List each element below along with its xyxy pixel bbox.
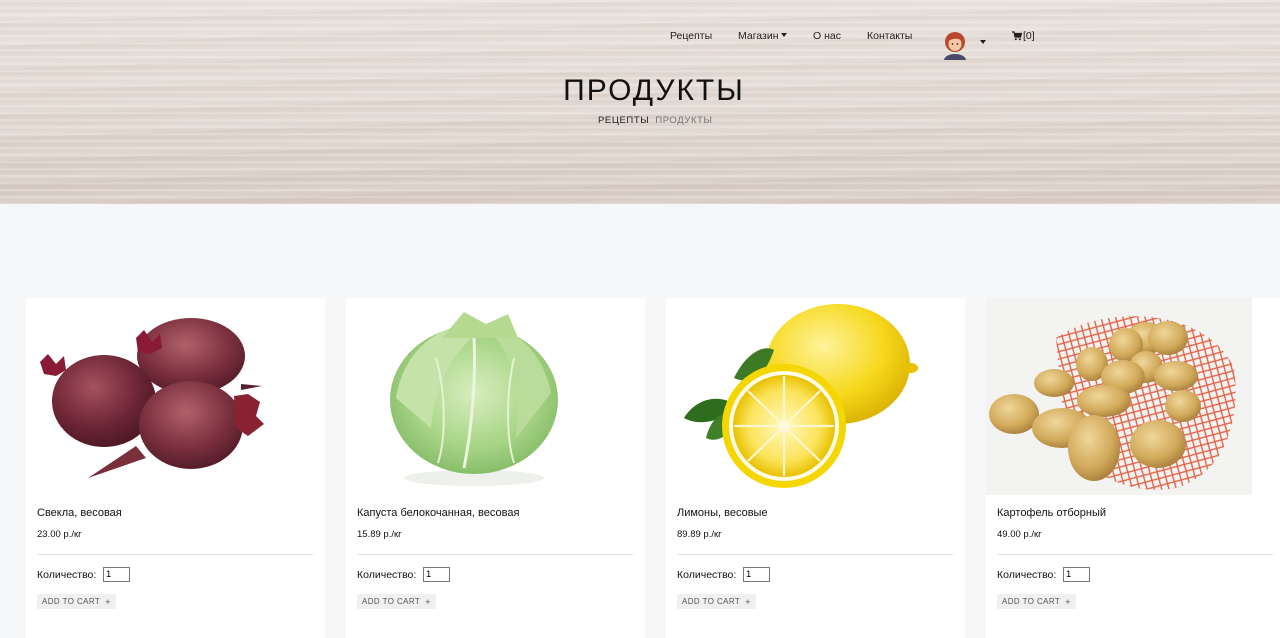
nav-item-shop[interactable]: Магазин [738,30,787,42]
lemon-image [684,304,918,488]
add-to-cart-label: ADD TO CART [682,597,741,606]
product-name[interactable]: Картофель отборный [997,507,1106,519]
cabbage-image [390,312,558,486]
product-card: Картофель отборный 49.00 р./кг Количеств… [986,298,1280,638]
product-name[interactable]: Капуста белокочанная, весовая [357,507,519,519]
divider [37,554,314,555]
product-card: Капуста белокочанная, весовая 15.89 р./к… [346,298,645,638]
cart-link[interactable]: [0] [1012,30,1035,42]
plus-icon: + [425,596,431,607]
add-to-cart-button[interactable]: ADD TO CART + [357,594,436,609]
divider [997,554,1274,555]
avatar-icon [944,32,966,60]
product-price: 15.89 р./кг [357,529,402,540]
page-title: ПРОДУКТЫ [563,74,745,107]
nav-item-about[interactable]: О нас [813,30,841,42]
chevron-down-icon [780,33,787,37]
product-image[interactable] [26,298,287,495]
product-info: Лимоны, весовые 89.89 р./кг Количество: … [666,495,965,638]
quantity-input[interactable] [423,567,450,582]
plus-icon: + [745,596,751,607]
add-to-cart-button[interactable]: ADD TO CART + [677,594,756,609]
divider [357,554,634,555]
beet-image [40,318,264,478]
breadcrumb: РЕЦЕПТЫ ПРОДУКТЫ [598,115,713,126]
product-info: Картофель отборный 49.00 р./кг Количеств… [986,495,1280,638]
add-to-cart-button[interactable]: ADD TO CART + [997,594,1076,609]
product-name[interactable]: Свекла, весовая [37,507,122,519]
add-to-cart-label: ADD TO CART [362,597,421,606]
potato-image [986,298,1252,495]
product-name[interactable]: Лимоны, весовые [677,507,768,519]
nav-item-recipes[interactable]: Рецепты [670,30,712,42]
breadcrumb-link-recipes[interactable]: РЕЦЕПТЫ [598,115,649,126]
add-to-cart-label: ADD TO CART [42,597,101,606]
quantity-label: Количество: [997,569,1057,581]
breadcrumb-current: ПРОДУКТЫ [655,115,713,126]
hero-banner: Рецепты Магазин О нас Контакты [0] ПРОДУ… [0,0,1280,204]
product-info: Свекла, весовая 23.00 р./кг Количество: … [26,495,325,638]
plus-icon: + [1065,596,1071,607]
quantity-input[interactable] [1063,567,1090,582]
product-info: Капуста белокочанная, весовая 15.89 р./к… [346,495,645,638]
product-image[interactable] [666,298,927,495]
quantity-input[interactable] [103,567,130,582]
user-avatar[interactable] [941,30,969,60]
product-image[interactable] [986,298,1252,495]
product-price: 49.00 р./кг [997,529,1042,540]
product-price: 23.00 р./кг [37,529,82,540]
cart-icon [1012,31,1022,41]
quantity-input[interactable] [743,567,770,582]
cart-count: [0] [1023,30,1035,42]
add-to-cart-button[interactable]: ADD TO CART + [37,594,116,609]
add-to-cart-label: ADD TO CART [1002,597,1061,606]
quantity-label: Количество: [357,569,417,581]
plus-icon: + [105,596,111,607]
avatar-chevron-down-icon[interactable] [980,40,986,44]
product-image[interactable] [346,298,607,495]
product-card: Лимоны, весовые 89.89 р./кг Количество: … [666,298,965,638]
quantity-label: Количество: [677,569,737,581]
divider [677,554,954,555]
quantity-label: Количество: [37,569,97,581]
nav-item-shop-label: Магазин [738,30,779,42]
product-card: Свекла, весовая 23.00 р./кг Количество: … [26,298,325,638]
product-price: 89.89 р./кг [677,529,722,540]
nav-item-contacts[interactable]: Контакты [867,30,912,42]
